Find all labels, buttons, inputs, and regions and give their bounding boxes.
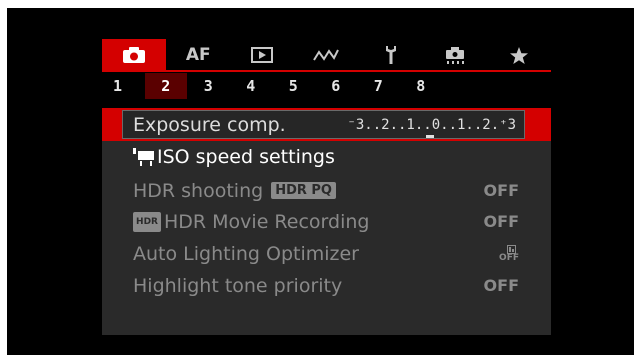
hdr-pq-badge: HDR PQ	[271, 182, 336, 199]
auto-lighting-value: OFF	[499, 238, 519, 269]
alo-off-text: OFF	[499, 252, 519, 263]
tab-mymenu[interactable]	[487, 39, 551, 71]
page-5[interactable]: 5	[272, 73, 315, 99]
page-indicator: 1 2 3 4 5 6 7 8	[102, 73, 442, 99]
tab-bar: AF	[102, 39, 551, 71]
menu-item-iso-speed[interactable]: ISO speed settings	[102, 141, 551, 172]
tab-custom[interactable]	[423, 39, 487, 71]
tab-playback[interactable]	[230, 39, 294, 71]
menu-item-highlight-tone[interactable]: Highlight tone priority OFF	[102, 270, 551, 301]
iso-speed-label: ISO speed settings	[157, 145, 335, 168]
custom-icon	[445, 47, 464, 64]
tab-wireless[interactable]	[294, 39, 358, 71]
highlight-tone-value: OFF	[483, 276, 519, 295]
hdr-movie-icon: HDR	[133, 211, 161, 232]
page-6[interactable]: 6	[315, 73, 358, 99]
camera-icon	[123, 47, 146, 63]
menu-list: Exposure comp. ⁻3..2..1..0..1..2.⁺3 ISO …	[102, 108, 551, 335]
star-icon	[509, 46, 528, 64]
tab-setup[interactable]	[359, 39, 423, 71]
hdr-shooting-value: OFF	[483, 181, 519, 200]
exposure-scale: ⁻3..2..1..0..1..2.⁺3	[347, 116, 516, 133]
hdr-shooting-label: HDR shooting	[133, 179, 264, 202]
hdr-movie-value: OFF	[483, 212, 519, 231]
wrench-icon	[385, 46, 396, 64]
tab-af[interactable]: AF	[166, 39, 230, 71]
menu-item-hdr-shooting[interactable]: HDR shooting HDR PQ OFF	[102, 175, 551, 206]
exposure-marker	[426, 135, 434, 138]
page-4[interactable]: 4	[230, 73, 273, 99]
page-8[interactable]: 8	[400, 73, 443, 99]
highlight-tone-label: Highlight tone priority	[133, 274, 343, 297]
auto-lighting-label: Auto Lighting Optimizer	[133, 242, 359, 265]
wave-icon	[313, 49, 340, 61]
page-1[interactable]: 1	[102, 73, 145, 99]
hdr-movie-label: HDR Movie Recording	[164, 210, 370, 233]
page-7[interactable]: 7	[357, 73, 400, 99]
tab-underline	[102, 70, 551, 72]
alo-off-icon: OFF	[499, 244, 519, 263]
tab-af-label: AF	[185, 45, 211, 65]
menu-item-hdr-movie[interactable]: HDR HDR Movie Recording OFF	[102, 206, 551, 237]
menu-item-auto-lighting[interactable]: Auto Lighting Optimizer OFF	[102, 238, 551, 269]
movie-icon	[133, 147, 154, 166]
play-icon	[251, 47, 274, 63]
exposure-comp-label: Exposure comp.	[133, 113, 286, 136]
exposure-comp-field: Exposure comp. ⁻3..2..1..0..1..2.⁺3	[122, 110, 525, 139]
tab-shooting[interactable]	[102, 39, 167, 71]
menu-item-exposure-comp[interactable]: Exposure comp. ⁻3..2..1..0..1..2.⁺3	[102, 108, 551, 141]
page-3[interactable]: 3	[187, 73, 230, 99]
page-2[interactable]: 2	[144, 73, 187, 99]
